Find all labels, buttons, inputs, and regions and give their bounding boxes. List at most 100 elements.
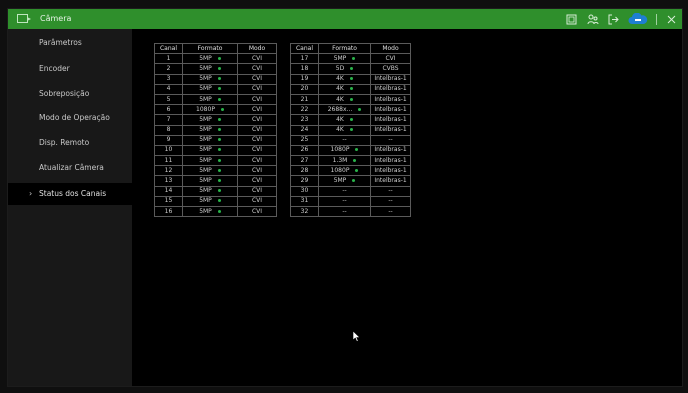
channel-number: 9 <box>154 134 183 146</box>
logout-icon[interactable] <box>607 13 620 26</box>
channel-number: 24 <box>290 124 319 136</box>
users-icon[interactable] <box>586 13 599 26</box>
channel-format: 5D <box>335 64 345 72</box>
channel-format-cell: 5MP <box>182 83 238 95</box>
table-row: 29 5MP Intelbras-1 <box>290 175 411 187</box>
channel-mode: CVI <box>237 114 277 126</box>
channel-format-cell: 5MP <box>182 165 238 177</box>
channel-mode: Intelbras-1 <box>370 93 411 106</box>
status-dot-icon <box>217 158 221 162</box>
table-row: 7 5MP CVI <box>154 114 277 126</box>
close-icon[interactable] <box>665 13 678 26</box>
sidebar-item-label: Encoder <box>39 64 70 73</box>
channel-format: 4K <box>336 115 344 123</box>
status-dot-icon <box>217 77 221 81</box>
channel-format-cell: 5MP <box>182 124 238 136</box>
channel-number: 25 <box>290 134 319 146</box>
channel-number: 19 <box>290 73 319 85</box>
channel-format-cell: 5MP <box>318 175 371 187</box>
status-dot-icon <box>217 128 221 132</box>
channel-mode: CVI <box>237 124 277 136</box>
channel-format-cell: 4K <box>318 73 371 85</box>
channel-format: 5MP <box>333 177 347 185</box>
channel-format: 5MP <box>199 136 212 144</box>
table-row: 24 4K Intelbras-1 <box>290 124 411 136</box>
table-row: 32 -- -- <box>290 205 411 218</box>
table-row: 12 5MP CVI <box>154 165 277 177</box>
channel-mode: Intelbras-1 <box>370 83 411 95</box>
channel-mode: -- <box>370 134 411 146</box>
channel-format: 4K <box>336 85 344 93</box>
channel-mode: Intelbras-1 <box>370 175 411 187</box>
table-row: 11 5MP CVI <box>154 155 277 167</box>
channel-format-cell: 5MP <box>182 53 238 65</box>
window-title: Câmera <box>40 14 72 23</box>
sidebar-item-label: Modo de Operação <box>39 113 110 122</box>
channel-format-cell: 1080P <box>182 104 238 116</box>
channel-format-cell: 1080P <box>318 165 371 177</box>
channel-format-cell: -- <box>318 185 371 197</box>
sidebar-item-disp-remoto[interactable]: Disp. Remoto <box>8 132 132 154</box>
channel-mode: Intelbras-1 <box>370 144 411 157</box>
channel-format-cell: 4K <box>318 83 371 95</box>
column-header-modo: Modo <box>237 42 277 55</box>
sidebar-item-atualizar-camera[interactable]: Atualizar Câmera <box>8 157 132 179</box>
channel-format: 4K <box>336 95 344 103</box>
channel-mode: CVI <box>237 165 277 177</box>
table-header-row: Canal Formato Modo <box>290 42 411 55</box>
cloud-icon[interactable] <box>628 13 648 25</box>
sidebar-item-encoder[interactable]: Encoder <box>8 58 132 80</box>
channel-format: 5MP <box>199 95 212 103</box>
channel-format-cell: 5D <box>318 63 371 75</box>
table-row: 27 1.3M Intelbras-1 <box>290 155 411 167</box>
channel-format: -- <box>342 136 347 144</box>
table-row: 8 5MP CVI <box>154 124 277 136</box>
channel-mode: -- <box>370 185 411 197</box>
column-header-formato: Formato <box>318 42 371 55</box>
channel-mode: Intelbras-1 <box>370 104 411 116</box>
status-dot-icon <box>217 56 221 60</box>
sidebar-item-status-canais[interactable]: › Status dos Canais <box>8 183 132 205</box>
status-dot-icon <box>220 107 224 111</box>
table-row: 30 -- -- <box>290 185 411 197</box>
channel-format: 1080P <box>196 105 215 113</box>
channel-format-cell: 2688x... <box>318 104 371 116</box>
sidebar-item-label: Disp. Remoto <box>39 138 90 147</box>
channel-format: 4K <box>336 75 344 83</box>
channel-number: 32 <box>290 205 319 218</box>
channel-format: 1080P <box>330 146 350 154</box>
channel-mode: Intelbras-1 <box>370 73 411 85</box>
status-dot-icon <box>358 107 362 111</box>
channel-format: 5MP <box>199 177 212 185</box>
table-row: 28 1080P Intelbras-1 <box>290 165 411 177</box>
column-header-modo: Modo <box>370 42 411 55</box>
channel-number: 11 <box>154 155 183 167</box>
channel-format: 5MP <box>199 75 212 83</box>
channel-mode: Intelbras-1 <box>370 114 411 126</box>
channel-mode: Intelbras-1 <box>370 155 411 167</box>
channel-number: 18 <box>290 63 319 75</box>
channel-mode: CVI <box>237 134 277 146</box>
table-header-row: Canal Formato Modo <box>154 42 277 55</box>
status-dot-icon <box>217 199 221 203</box>
channel-mode: CVI <box>237 185 277 197</box>
table-row: 1 5MP CVI <box>154 53 277 65</box>
channel-number: 27 <box>290 155 319 167</box>
table-row: 10 5MP CVI <box>154 144 277 157</box>
channel-mode: CVI <box>237 205 277 218</box>
channel-format-cell: 5MP <box>182 63 238 75</box>
channel-format: 1.3M <box>332 156 348 164</box>
channel-format-cell: 1.3M <box>318 155 371 167</box>
sidebar-item-parametros[interactable]: Parâmetros <box>8 32 132 54</box>
channel-number: 26 <box>290 144 319 157</box>
channel-status-table-left: Canal Formato Modo 1 5MP CVI 2 5MP CVI 3 5MP CVI… <box>154 42 277 218</box>
status-dot-icon <box>217 87 221 91</box>
channel-format-cell: -- <box>318 195 371 208</box>
table-row: 15 5MP CVI <box>154 195 277 208</box>
sidebar-item-modo-operacao[interactable]: Modo de Operação <box>8 107 132 129</box>
sidebar-item-sobreposicao[interactable]: Sobreposição <box>8 83 132 105</box>
channel-mode: CVI <box>237 93 277 106</box>
screen-icon[interactable] <box>565 13 578 26</box>
status-dot-icon <box>349 117 353 121</box>
channel-format: 5MP <box>199 197 212 205</box>
